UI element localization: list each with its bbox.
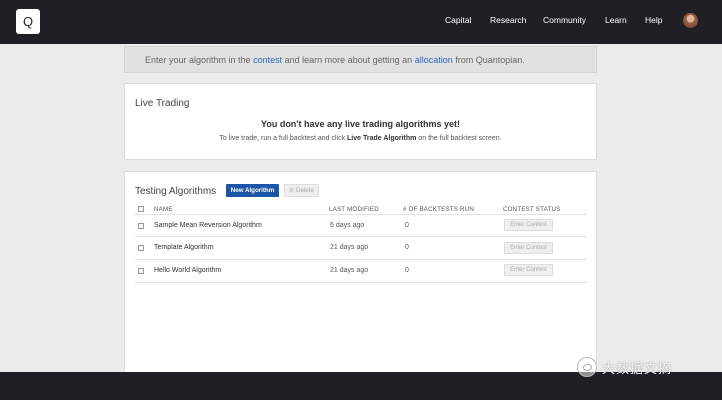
no-live-algorithms-message: You don't have any live trading algorith… (260, 119, 460, 129)
header-divider (135, 214, 587, 215)
row-divider (135, 282, 587, 283)
algorithm-name[interactable]: Hello World Algorithm (154, 267, 221, 274)
select-all-checkbox[interactable] (138, 206, 144, 212)
user-avatar[interactable] (683, 13, 698, 28)
row-checkbox[interactable] (138, 245, 144, 251)
contest-banner: Enter your algorithm in the contest and … (124, 46, 597, 73)
live-trading-panel: Live Trading You don't have any live tra… (124, 83, 597, 160)
contest-link[interactable]: contest (253, 55, 282, 65)
top-navbar: Q Capital Research Community Learn Help (0, 0, 722, 44)
live-trade-algorithm-label: Live Trade Algorithm (347, 135, 417, 142)
banner-text-pre: Enter your algorithm in the (145, 55, 254, 65)
algorithm-name[interactable]: Sample Mean Reversion Algorithm (154, 222, 262, 229)
row-checkbox[interactable] (138, 223, 144, 229)
algorithm-name[interactable]: Template Algorithm (154, 244, 214, 251)
banner-text-mid: and learn more about getting an (282, 55, 415, 65)
backtest-count: 0 (405, 267, 409, 274)
last-modified: 21 days ago (330, 244, 369, 251)
watermark: 大数据文摘 (577, 357, 672, 377)
nav-help[interactable]: Help (645, 15, 662, 25)
nav-capital[interactable]: Capital (445, 15, 471, 25)
column-header-backtests-run[interactable]: # OF BACKTESTS RUN (403, 206, 474, 213)
testing-algorithms-title: Testing Algorithms (135, 186, 217, 197)
banner-text-post: from Quantopian. (452, 55, 525, 65)
column-header-contest-status[interactable]: CONTEST STATUS (503, 206, 560, 213)
row-checkbox[interactable] (138, 268, 144, 274)
row-divider (135, 236, 587, 237)
quantopian-logo[interactable]: Q (16, 9, 40, 34)
watermark-text: 大数据文摘 (602, 361, 673, 377)
last-modified: 6 days ago (330, 222, 365, 229)
live-instructions-post: on the full backtest screen. (416, 135, 502, 142)
delete-button[interactable]: ⊘ Delete (284, 184, 319, 197)
enter-contest-button[interactable]: Enter Contest (504, 219, 553, 231)
column-header-last-modified[interactable]: LAST MODIFIED (329, 206, 379, 213)
backtest-count: 0 (405, 244, 409, 251)
live-trading-instructions: To live trade, run a full backtest and c… (125, 135, 596, 142)
allocation-link[interactable]: allocation (415, 55, 453, 65)
backtest-count: 0 (405, 222, 409, 229)
last-modified: 21 days ago (330, 267, 369, 274)
nav-community[interactable]: Community (543, 15, 586, 25)
nav-learn[interactable]: Learn (605, 15, 627, 25)
wechat-logo-icon (577, 357, 597, 377)
live-instructions-pre: To live trade, run a full backtest and c… (219, 135, 348, 142)
enter-contest-button[interactable]: Enter Contest (504, 264, 553, 276)
row-divider (135, 259, 587, 260)
nav-research[interactable]: Research (490, 15, 526, 25)
new-algorithm-button[interactable]: New Algorithm (226, 184, 279, 197)
column-header-name[interactable]: NAME (154, 206, 173, 213)
live-trading-title: Live Trading (135, 98, 190, 109)
testing-algorithms-panel: Testing Algorithms New Algorithm ⊘ Delet… (124, 171, 597, 376)
enter-contest-button[interactable]: Enter Contest (504, 242, 553, 254)
